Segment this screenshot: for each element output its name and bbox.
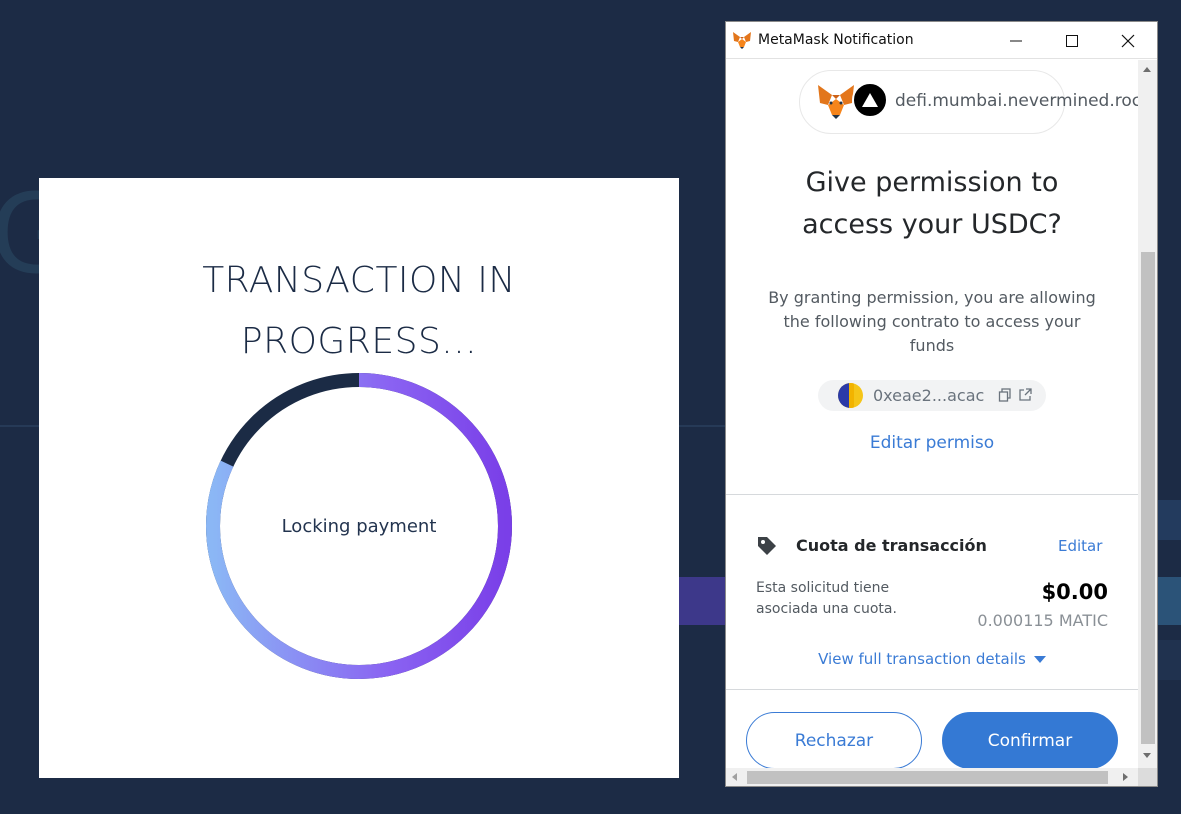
transaction-title-line2: PROGRESS...: [240, 321, 478, 362]
permission-title-line2: access your USDC?: [802, 209, 1062, 240]
background-panel: [1158, 500, 1181, 540]
scroll-right-arrow-icon[interactable]: [1123, 773, 1128, 781]
window-title: MetaMask Notification: [758, 32, 914, 48]
horizontal-scroll-thumb[interactable]: [747, 771, 1108, 784]
site-favicon: [852, 82, 888, 118]
transaction-title: TRANSACTION IN PROGRESS...: [39, 250, 679, 372]
copy-icon[interactable]: [998, 388, 1012, 402]
vertical-scrollbar[interactable]: [1138, 60, 1157, 768]
external-link-icon[interactable]: [1018, 388, 1032, 402]
scroll-left-arrow-icon[interactable]: [732, 773, 737, 781]
permission-title: Give permission to access your USDC?: [726, 162, 1138, 246]
caret-down-icon: [1033, 656, 1046, 663]
section-divider: [726, 494, 1138, 495]
background-button: [676, 577, 728, 625]
permission-title-line1: Give permission to: [805, 167, 1059, 198]
transaction-progress-modal: TRANSACTION IN PROGRESS... Locking payme…: [39, 178, 679, 778]
background-divider: [679, 425, 725, 427]
edit-permission-link[interactable]: Editar permiso: [726, 433, 1138, 453]
horizontal-scrollbar[interactable]: [726, 768, 1138, 786]
metamask-notification-window: MetaMask Notification defi.mumbai.neverm…: [725, 21, 1158, 787]
tag-icon: [758, 537, 776, 555]
transaction-status-text: Locking payment: [281, 516, 437, 537]
minimize-icon: [1010, 40, 1022, 41]
transaction-title-line1: TRANSACTION IN: [202, 260, 516, 301]
vertical-scroll-thumb[interactable]: [1141, 252, 1155, 744]
scroll-down-arrow-icon[interactable]: [1143, 753, 1151, 758]
site-url: defi.mumbai.nevermined.rock: [895, 91, 1138, 111]
view-transaction-details-link[interactable]: View full transaction details: [726, 650, 1138, 668]
contract-address-pill: 0xeae2...acac: [818, 380, 1046, 411]
reject-button[interactable]: Rechazar: [746, 712, 922, 768]
scrollbar-corner: [1138, 768, 1157, 786]
background-panel: [1158, 640, 1181, 680]
minimize-button[interactable]: [988, 22, 1044, 59]
site-origin-pill: defi.mumbai.nevermined.rock: [799, 70, 1138, 134]
triangle-logo-icon: [862, 93, 878, 107]
fee-note: Esta solicitud tiene asociada una cuota.: [756, 580, 897, 617]
maximize-icon: [1066, 34, 1078, 47]
fee-amount-fiat: $0.00: [1041, 580, 1108, 604]
scroll-up-arrow-icon[interactable]: [1143, 67, 1151, 72]
contract-address: 0xeae2...acac: [873, 386, 985, 405]
background-panel: [1158, 577, 1181, 625]
fee-amount-native: 0.000115 MATIC: [977, 611, 1108, 630]
permission-description: By granting permission, you are allowing…: [768, 288, 1096, 355]
notification-content: defi.mumbai.nevermined.rock Give permiss…: [726, 60, 1138, 768]
metamask-fox-icon: [733, 32, 751, 49]
background-divider: [0, 425, 39, 427]
confirm-button[interactable]: Confirmar: [942, 712, 1118, 768]
section-divider: [726, 689, 1138, 690]
maximize-button[interactable]: [1044, 22, 1100, 59]
contract-avatar-icon: [838, 383, 863, 408]
view-details-label: View full transaction details: [818, 650, 1026, 668]
window-titlebar[interactable]: MetaMask Notification: [726, 22, 1157, 59]
edit-fee-link[interactable]: Editar: [1058, 537, 1102, 555]
close-icon: [1121, 34, 1135, 47]
metamask-fox-icon: [818, 85, 854, 119]
fee-title: Cuota de transacción: [796, 536, 987, 555]
close-button[interactable]: [1100, 22, 1156, 59]
